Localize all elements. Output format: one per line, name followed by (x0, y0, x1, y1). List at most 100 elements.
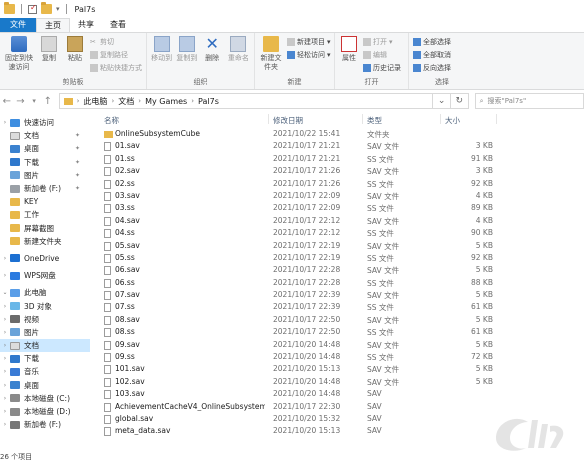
expand-arrow-icon[interactable]: › (0, 303, 10, 310)
column-header-date[interactable]: 修改日期 (273, 115, 303, 126)
sidebar-item-drive-d[interactable]: › 本地磁盘 (D:) (0, 405, 90, 418)
address-dropdown[interactable]: ⌄ (433, 93, 451, 109)
sidebar-item-desktop-pc[interactable]: › 桌面 (0, 379, 90, 392)
sidebar-item-this-pc[interactable]: ⌄ 此电脑 (0, 286, 90, 299)
expand-arrow-icon[interactable]: › (0, 355, 10, 362)
tab-share[interactable]: 共享 (70, 18, 102, 32)
sidebar-item-drive-f-pc[interactable]: › 新加卷 (F:) (0, 418, 90, 431)
edit-button[interactable]: 编辑 (363, 49, 401, 60)
back-arrow-icon[interactable]: ← (0, 96, 14, 107)
file-row[interactable]: 04.ss 2021/10/17 22:12 SS 文件 90 KB (100, 227, 584, 239)
sidebar-item-screenshots[interactable]: 屏幕截图 (0, 222, 90, 235)
open-button[interactable]: 打开 ▾ (363, 36, 401, 47)
file-type: SS 文件 (367, 204, 394, 214)
file-row[interactable]: 01.ss 2021/10/17 21:21 SS 文件 91 KB (100, 153, 584, 165)
new-item-button[interactable]: 新建项目 ▾ (287, 36, 331, 47)
tab-file[interactable]: 文件 (0, 18, 36, 32)
forward-arrow-icon[interactable]: → (14, 96, 28, 107)
collapse-arrow-icon[interactable]: ⌄ (0, 289, 10, 296)
expand-arrow-icon[interactable]: › (0, 316, 10, 323)
file-row[interactable]: 02.ss 2021/10/17 21:26 SS 文件 92 KB (100, 178, 584, 190)
breadcrumb-pal7s[interactable]: Pal7s (198, 97, 219, 106)
file-row[interactable]: 09.sav 2021/10/20 14:48 SAV 文件 5 KB (100, 339, 584, 351)
file-row[interactable]: 07.sav 2021/10/17 22:39 SAV 文件 5 KB (100, 289, 584, 301)
copy-path-button[interactable]: 复制路径 (90, 49, 142, 60)
refresh-button[interactable]: ↻ (450, 93, 469, 109)
file-row[interactable]: 06.ss 2021/10/17 22:28 SS 文件 88 KB (100, 277, 584, 289)
customize-dropdown-icon[interactable]: ▾ (56, 5, 60, 13)
expand-arrow-icon[interactable]: › (0, 421, 10, 428)
expand-arrow-icon[interactable]: › (0, 329, 10, 336)
file-row[interactable]: 03.ss 2021/10/17 22:09 SS 文件 89 KB (100, 202, 584, 214)
file-row[interactable]: 03.sav 2021/10/17 22:09 SAV 文件 4 KB (100, 190, 584, 202)
history-button[interactable]: 历史记录 (363, 62, 401, 73)
file-row[interactable]: 103.sav 2021/10/20 14:48 SAV (100, 388, 584, 400)
address-bar[interactable]: › 此电脑 › 文档 › My Games › Pal7s (58, 93, 434, 109)
file-row[interactable]: 01.sav 2021/10/17 21:21 SAV 文件 3 KB (100, 140, 584, 152)
new-folder-icon[interactable] (41, 2, 52, 14)
file-row[interactable]: 102.sav 2021/10/20 14:48 SAV 文件 5 KB (100, 376, 584, 388)
breadcrumb-my-games[interactable]: My Games (145, 97, 187, 106)
expand-arrow-icon[interactable]: › (0, 119, 10, 126)
file-row[interactable]: 05.ss 2021/10/17 22:19 SS 文件 92 KB (100, 252, 584, 264)
sidebar-item-desktop[interactable]: 桌面 ✦ (0, 142, 90, 155)
column-header-name[interactable]: 名称 (104, 115, 119, 126)
sidebar-item-pictures[interactable]: 图片 ✦ (0, 169, 90, 182)
sidebar-item-work[interactable]: 工作 (0, 208, 90, 221)
select-none-button[interactable]: 全部取消 (413, 49, 451, 60)
tab-view[interactable]: 查看 (102, 18, 134, 32)
expand-arrow-icon[interactable]: › (0, 272, 10, 279)
column-header-type[interactable]: 类型 (367, 115, 382, 126)
sidebar-item-key[interactable]: KEY (0, 195, 90, 208)
sidebar-item-videos[interactable]: › 视频 (0, 313, 90, 326)
easy-access-button[interactable]: 轻松访问 ▾ (287, 49, 331, 60)
breadcrumb-this-pc[interactable]: 此电脑 (83, 96, 107, 107)
sidebar-item-quick-access[interactable]: › 快速访问 (0, 116, 90, 129)
expand-arrow-icon[interactable]: › (0, 382, 10, 389)
sidebar-item-documents-pc[interactable]: › 文档 (0, 339, 90, 353)
file-row[interactable]: 08.ss 2021/10/17 22:50 SS 文件 61 KB (100, 326, 584, 338)
sidebar-item-drive-c[interactable]: › 本地磁盘 (C:) (0, 392, 90, 405)
recent-dropdown-icon[interactable]: ▾ (27, 97, 41, 105)
expand-arrow-icon[interactable]: › (0, 395, 10, 402)
file-row[interactable]: 07.ss 2021/10/17 22:39 SS 文件 61 KB (100, 301, 584, 313)
tab-home[interactable]: 主页 (36, 18, 70, 32)
sidebar-item-onedrive[interactable]: › OneDrive (0, 252, 90, 265)
search-input[interactable]: ⌕ 搜索"Pal7s" (474, 93, 584, 109)
sidebar-item-wps-cloud[interactable]: › WPS网盘 (0, 269, 90, 282)
expand-arrow-icon[interactable]: › (0, 368, 10, 375)
sidebar-item-drive-f[interactable]: 新加卷 (F:) ✦ (0, 182, 90, 195)
sidebar-item-downloads-pc[interactable]: › 下载 (0, 352, 90, 365)
file-row[interactable]: 02.sav 2021/10/17 21:26 SAV 文件 3 KB (100, 165, 584, 177)
column-divider[interactable] (268, 114, 269, 124)
expand-arrow-icon[interactable]: › (0, 408, 10, 415)
file-row[interactable]: 06.sav 2021/10/17 22:28 SAV 文件 5 KB (100, 264, 584, 276)
select-all-button[interactable]: 全部选择 (413, 36, 451, 47)
file-type: SS 文件 (367, 179, 394, 189)
column-divider[interactable] (440, 114, 441, 124)
sidebar-item-documents[interactable]: 文档 ✦ (0, 129, 90, 142)
up-arrow-icon[interactable]: ↑ (41, 96, 55, 107)
folder-row[interactable]: OnlineSubsystemCube 2021/10/22 15:41 文件夹 (100, 128, 584, 140)
column-header-size[interactable]: 大小 (445, 115, 460, 126)
column-divider[interactable] (496, 114, 497, 124)
sidebar-item-music[interactable]: › 音乐 (0, 365, 90, 378)
file-row[interactable]: 09.ss 2021/10/20 14:48 SS 文件 72 KB (100, 351, 584, 363)
column-divider[interactable] (362, 114, 363, 124)
history-label: 历史记录 (373, 63, 401, 72)
paste-shortcut-button[interactable]: 粘贴快捷方式 (90, 62, 142, 73)
invert-selection-button[interactable]: 反向选择 (413, 62, 451, 73)
sidebar-item-3d-objects[interactable]: › 3D 对象 (0, 299, 90, 312)
file-row[interactable]: 04.sav 2021/10/17 22:12 SAV 文件 4 KB (100, 215, 584, 227)
sidebar-item-pictures-pc[interactable]: › 图片 (0, 326, 90, 339)
expand-arrow-icon[interactable]: › (0, 342, 10, 349)
file-row[interactable]: 08.sav 2021/10/17 22:50 SAV 文件 5 KB (100, 314, 584, 326)
file-row[interactable]: 05.sav 2021/10/17 22:19 SAV 文件 5 KB (100, 240, 584, 252)
breadcrumb-documents[interactable]: 文档 (118, 96, 134, 107)
file-row[interactable]: 101.sav 2021/10/20 15:13 SAV 文件 5 KB (100, 363, 584, 375)
expand-arrow-icon[interactable]: › (0, 255, 10, 262)
sidebar-item-downloads[interactable]: 下载 ✦ (0, 156, 90, 169)
sidebar-item-new-folder[interactable]: 新建文件夹 (0, 235, 90, 248)
cut-button[interactable]: ✂ 剪切 (90, 36, 142, 47)
properties-check-icon[interactable] (28, 3, 37, 14)
